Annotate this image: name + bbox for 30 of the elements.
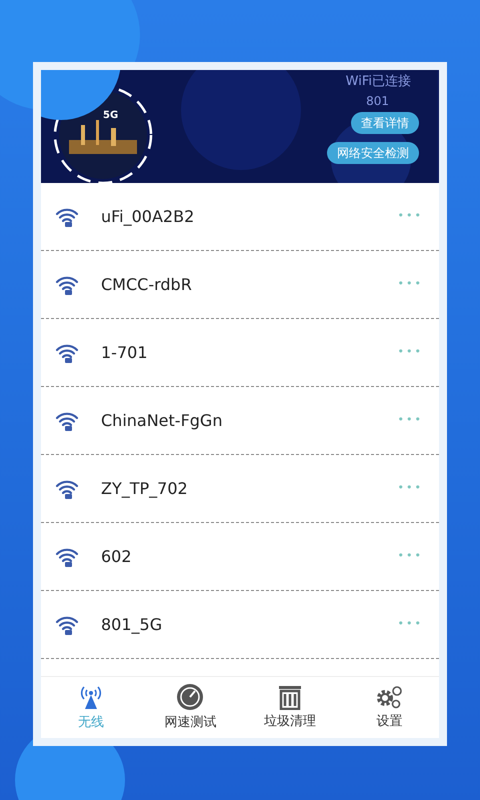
network-name: ZY_TP_702 (101, 478, 188, 500)
network-name: uFi_00A2B2 (101, 206, 194, 228)
speedometer-icon (176, 682, 204, 711)
wifi-icon (55, 478, 79, 498)
network-name: 801_5G (101, 614, 162, 636)
trash-icon (278, 684, 302, 710)
network-name: 1-701 (101, 342, 148, 364)
network-row[interactable]: CMCC-rdbR ••• (41, 251, 439, 319)
network-name: 602 (101, 546, 132, 568)
nav-tab[interactable]: 网速测试 (140, 677, 240, 738)
wifi-icon (55, 410, 79, 430)
wifi-icon (55, 206, 79, 226)
nav-tab[interactable]: 设置 (340, 677, 439, 738)
band-label: 5G (103, 109, 118, 123)
network-row[interactable]: uFi_00A2B2 ••• (41, 183, 439, 251)
gears-icon (375, 684, 404, 710)
network-row[interactable]: 801_5G ••• (41, 591, 439, 659)
wifi-icon (55, 614, 79, 634)
network-row[interactable]: ZY_TP_702 ••• (41, 455, 439, 523)
wifi-icon (55, 274, 79, 294)
status-detail: 801 (366, 92, 389, 110)
wifi-icon (55, 546, 79, 566)
network-row[interactable]: 602 ••• (41, 523, 439, 591)
status-title: WiFi已连接 (346, 73, 411, 91)
network-row[interactable]: 1-701 ••• (41, 319, 439, 387)
network-row[interactable]: ChinaNet-FgGn ••• (41, 387, 439, 455)
nav-tab[interactable]: 垃圾清理 (240, 677, 340, 738)
wifi-icon (55, 342, 79, 362)
network-name: CMCC-rdbR (101, 274, 192, 296)
network-name: ChinaNet-FgGn (101, 410, 222, 432)
